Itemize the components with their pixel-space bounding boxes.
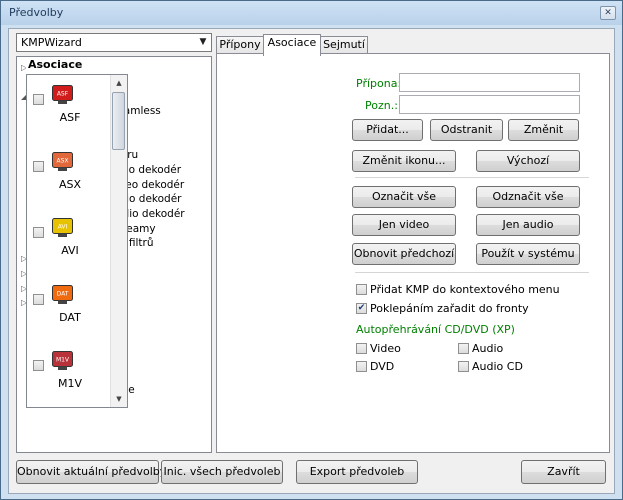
- preferences-window: Předvolby ✕ KMPWizard ▼ ▷ObecnéNastavení…: [0, 0, 623, 500]
- autoplay-audio-label: Audio: [472, 342, 504, 355]
- file-type-icon-text: ASX: [56, 157, 68, 164]
- tab-pripony[interactable]: Přípony: [216, 36, 264, 54]
- autoplay-dvd-option[interactable]: DVD: [356, 360, 394, 374]
- file-type-icon: ASX: [52, 151, 73, 171]
- doubleclick-enqueue-label: Poklepáním zařadit do fronty: [370, 302, 529, 315]
- select-all-button[interactable]: Označit vše: [352, 186, 456, 208]
- init-all-button[interactable]: Inic. všech předvoleb: [161, 460, 283, 484]
- chevron-down-icon[interactable]: ▼: [195, 34, 211, 51]
- file-type-icon: AVI: [52, 218, 73, 237]
- title-bar: Předvolby ✕: [1, 1, 622, 25]
- add-context-menu-label: Přidat KMP do kontextového menu: [370, 283, 560, 296]
- file-type-item[interactable]: M1V M1V: [27, 349, 113, 407]
- pozn-field[interactable]: [399, 95, 580, 114]
- autoplay-audio-option[interactable]: Audio: [458, 342, 503, 356]
- close-icon: ✕: [604, 8, 612, 18]
- autoplay-dvd-label: DVD: [370, 360, 395, 373]
- file-type-checkbox[interactable]: [33, 94, 44, 105]
- pozn-label: Pozn.:: [365, 99, 398, 112]
- scroll-up-icon[interactable]: ▲: [111, 75, 127, 91]
- close-dialog-button[interactable]: Zavřít: [521, 460, 606, 484]
- file-type-icon: M1V: [52, 351, 73, 370]
- file-type-item[interactable]: ASX ASX: [27, 150, 113, 222]
- tab-sejmuti[interactable]: Sejmutí: [320, 36, 368, 54]
- file-type-list: ▲ ▼ ASF ASF ASX ASX AVI AVI DAT DAT M1V M1V: [26, 74, 128, 408]
- file-type-checkbox[interactable]: [33, 160, 44, 172]
- file-type-label: ASX: [58, 177, 82, 191]
- restore-current-button[interactable]: Obnovit aktuální předvolby: [16, 460, 166, 484]
- file-type-icon-text: AVI: [58, 224, 68, 231]
- autoplay-title: Autopřehrávání CD/DVD (XP): [356, 323, 515, 336]
- remove-button[interactable]: Odstranit: [430, 119, 503, 141]
- pripona-field[interactable]: [399, 73, 580, 92]
- file-type-item[interactable]: ASF ASF: [27, 83, 113, 155]
- deselect-all-button[interactable]: Odznačit vše: [476, 186, 580, 208]
- file-type-icon: DAT: [52, 284, 73, 304]
- file-type-item[interactable]: AVI AVI: [27, 216, 113, 288]
- doubleclick-enqueue-checkbox[interactable]: ✔: [356, 302, 367, 314]
- file-type-icon-text: M1V: [56, 357, 70, 364]
- file-type-label: AVI: [61, 244, 79, 257]
- file-type-label: DAT: [59, 310, 81, 324]
- scroll-down-icon[interactable]: ▼: [111, 391, 127, 407]
- tab-asociace[interactable]: Asociace: [263, 34, 321, 56]
- separator: [355, 177, 589, 178]
- apply-in-system-button[interactable]: Použít v systému: [476, 243, 580, 265]
- file-type-label: M1V: [57, 377, 82, 390]
- separator: [355, 272, 589, 273]
- pripona-label: Přípona:: [356, 77, 402, 90]
- file-type-checkbox[interactable]: [33, 227, 44, 238]
- autoplay-video-option[interactable]: Video: [356, 342, 401, 356]
- profile-combo-value: KMPWizard: [21, 36, 82, 49]
- audio-only-button[interactable]: Jen audio: [476, 214, 580, 236]
- file-type-label: ASF: [59, 111, 81, 124]
- change-button[interactable]: Změnit: [508, 119, 579, 141]
- default-button[interactable]: Výchozí: [476, 150, 580, 172]
- autoplay-audio-cd-checkbox[interactable]: [458, 360, 469, 372]
- restore-previous-button[interactable]: Obnovit předchozí: [352, 243, 456, 265]
- file-type-checkbox[interactable]: [33, 293, 44, 305]
- autoplay-audio-cd-label: Audio CD: [472, 360, 523, 373]
- autoplay-dvd-checkbox[interactable]: [356, 360, 367, 372]
- doubleclick-enqueue-option[interactable]: ✔ Poklepáním zařadit do fronty: [356, 302, 529, 316]
- add-button[interactable]: Přidat...: [352, 119, 423, 141]
- group-title: Asociace: [26, 58, 85, 71]
- file-type-icon: ASF: [52, 85, 73, 104]
- autoplay-audio-checkbox[interactable]: [458, 342, 469, 354]
- file-type-icon-text: ASF: [57, 91, 69, 98]
- file-type-item[interactable]: DAT DAT: [27, 283, 113, 355]
- file-type-icon-text: DAT: [57, 290, 69, 297]
- video-only-button[interactable]: Jen video: [352, 214, 456, 236]
- dialog-client: KMPWizard ▼ ▷ObecnéNastavení DVD◢Ovládán…: [8, 28, 615, 494]
- close-button[interactable]: ✕: [600, 6, 616, 20]
- autoplay-video-checkbox[interactable]: [356, 342, 367, 354]
- profile-combo[interactable]: KMPWizard ▼: [16, 33, 212, 52]
- window-title: Předvolby: [9, 6, 64, 19]
- scroll-thumb[interactable]: [112, 92, 125, 150]
- change-icon-button[interactable]: Změnit ikonu...: [352, 150, 456, 172]
- autoplay-video-label: Video: [370, 342, 401, 355]
- add-context-menu-checkbox[interactable]: [356, 283, 367, 295]
- file-type-checkbox[interactable]: [33, 360, 44, 371]
- export-button[interactable]: Export předvoleb: [296, 460, 418, 484]
- autoplay-audio-cd-option[interactable]: Audio CD: [458, 360, 523, 374]
- add-context-menu-option[interactable]: Přidat KMP do kontextového menu: [356, 283, 560, 297]
